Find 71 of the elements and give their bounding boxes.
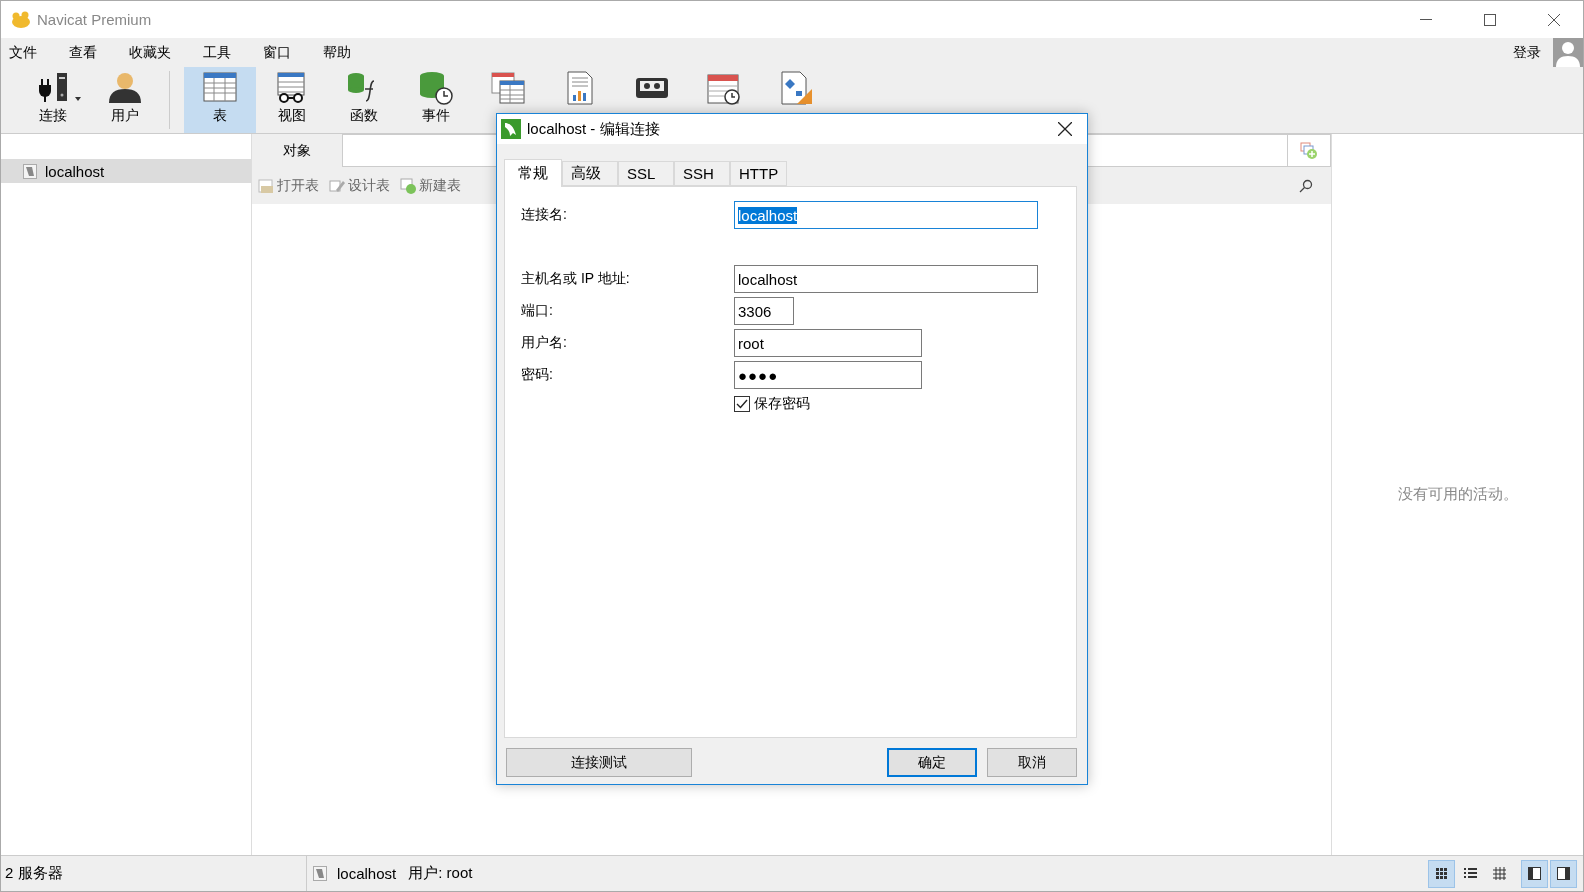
- input-field[interactable]: localhost: [734, 201, 1038, 229]
- dialog-tab[interactable]: SSH: [674, 161, 730, 186]
- field-label: 主机名或 IP 地址:: [521, 270, 631, 288]
- connection-name: localhost: [337, 865, 397, 882]
- grid-icon: [1434, 866, 1449, 881]
- sidebar-item[interactable]: localhost: [1, 159, 251, 183]
- menu-item[interactable]: 窗口: [263, 43, 305, 62]
- toolbar-action[interactable]: 新建表: [400, 176, 461, 195]
- table-open-icon: [258, 177, 274, 194]
- dialog-tab[interactable]: SSL: [618, 161, 674, 186]
- field-label: 密码:: [521, 366, 554, 384]
- field-label: 连接名:: [521, 206, 568, 224]
- view-toggle-button[interactable]: [1521, 859, 1548, 888]
- connection-icon: [23, 163, 37, 179]
- menu-item[interactable]: 帮助: [323, 43, 365, 62]
- window-title: Navicat Premium: [37, 11, 153, 28]
- list-icon: [1463, 866, 1478, 881]
- checkbox[interactable]: [734, 396, 750, 412]
- maximize-icon: [1484, 13, 1496, 26]
- dialog-button[interactable]: 确定: [887, 748, 977, 777]
- field-label: 用户名:: [521, 334, 568, 352]
- input-field[interactable]: ●●●●: [734, 361, 922, 389]
- empty-activity-message: 没有可用的活动。: [1397, 485, 1518, 504]
- toolbar-button[interactable]: 连接: [17, 67, 89, 133]
- detail-grid-icon: [1492, 866, 1507, 881]
- menu-item[interactable]: 查看: [69, 43, 111, 62]
- caret-icon[interactable]: [75, 97, 81, 101]
- toolbar-button[interactable]: 表: [184, 67, 256, 133]
- table-icon: [202, 71, 238, 105]
- close-icon: [1548, 13, 1560, 26]
- database-clock-icon: [418, 71, 454, 105]
- server-count: 2 服务器: [5, 864, 63, 883]
- menu-item[interactable]: 收藏夹: [129, 43, 185, 62]
- toolbar-button[interactable]: 视图: [256, 67, 328, 133]
- dialog-tab[interactable]: 高级: [562, 161, 618, 186]
- stacked-tables-icon: [490, 71, 526, 105]
- menu-item[interactable]: 工具: [203, 43, 245, 62]
- checkbox-label[interactable]: 保存密码: [754, 395, 810, 413]
- connection-icon: [313, 866, 327, 881]
- minimize-icon: [1420, 18, 1432, 21]
- menu-item[interactable]: 文件: [9, 43, 51, 62]
- input-field[interactable]: localhost: [734, 265, 1038, 293]
- close-icon: [1058, 122, 1072, 136]
- avatar-icon[interactable]: [1553, 38, 1583, 67]
- view-toggle-button[interactable]: [1550, 859, 1577, 888]
- dialog-button[interactable]: 连接测试: [506, 748, 692, 777]
- person-icon: [107, 71, 143, 105]
- login-link[interactable]: 登录: [1513, 43, 1541, 62]
- dialog-tab[interactable]: HTTP: [730, 161, 788, 186]
- calendar-clock-icon: [706, 71, 742, 105]
- dialog-title: localhost - 编辑连接: [527, 119, 661, 139]
- toolbar-action[interactable]: 打开表: [258, 176, 319, 195]
- toolbar-button[interactable]: 函数: [328, 67, 400, 133]
- left-pane-icon: [1527, 866, 1542, 881]
- dolphin-logo-icon: [501, 119, 521, 139]
- search-icon[interactable]: [1299, 178, 1313, 193]
- input-field[interactable]: 3306: [734, 297, 794, 325]
- input-field[interactable]: root: [734, 329, 922, 357]
- pencil-icon: [329, 177, 345, 194]
- field-label: 端口:: [521, 302, 554, 320]
- toolbar-button[interactable]: 用户: [89, 67, 161, 133]
- app-logo-icon: [11, 10, 31, 29]
- toolbar-action[interactable]: 设计表: [329, 176, 390, 195]
- toolbar-button[interactable]: 事件: [400, 67, 472, 133]
- right-pane-icon: [1556, 866, 1571, 881]
- diagram-icon: [778, 71, 814, 105]
- dialog-tab[interactable]: 常规: [504, 159, 562, 187]
- view-toggle-button[interactable]: [1428, 859, 1455, 888]
- dialog-button[interactable]: 取消: [987, 748, 1077, 777]
- user-label: 用户: root: [408, 864, 473, 883]
- add-icon: [400, 177, 416, 194]
